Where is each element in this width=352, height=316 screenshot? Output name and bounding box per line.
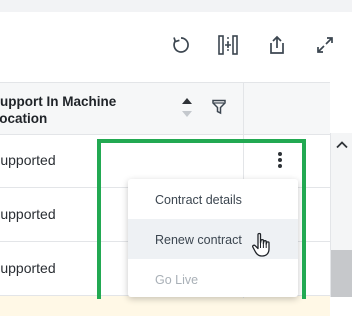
menu-item-label: Contract details <box>155 193 242 207</box>
table-row[interactable] <box>0 296 330 316</box>
vertical-scrollbar[interactable] <box>330 133 352 297</box>
column-header-title-line1: Support In Machine <box>0 94 117 109</box>
support-status-cell: Supported <box>0 206 56 222</box>
menu-item-go-live: Go Live <box>128 259 298 299</box>
scroll-up-icon[interactable] <box>336 137 348 155</box>
hand-pointer-cursor-icon <box>251 232 273 263</box>
menu-item-contract-details[interactable]: Contract details <box>128 179 298 219</box>
filter-icon[interactable] <box>212 99 226 115</box>
menu-item-label: Renew contract <box>155 233 242 247</box>
menu-item-label: Go Live <box>155 273 199 287</box>
column-insert-icon[interactable] <box>215 32 241 58</box>
top-strip <box>0 0 352 12</box>
column-header-title-line2: Location <box>0 111 48 126</box>
scrollbar-thumb[interactable] <box>331 250 352 297</box>
refresh-icon[interactable] <box>168 32 194 58</box>
column-header: Support In Machine Location <box>0 83 330 135</box>
support-status-cell: Supported <box>0 260 56 276</box>
sort-icon[interactable] <box>181 97 193 119</box>
expand-icon[interactable] <box>312 32 338 58</box>
row-actions-kebab-icon[interactable] <box>270 150 290 170</box>
column-header-title[interactable]: Support In Machine Location <box>0 93 160 127</box>
export-icon[interactable] <box>264 32 290 58</box>
support-status-cell: Supported <box>0 152 56 168</box>
